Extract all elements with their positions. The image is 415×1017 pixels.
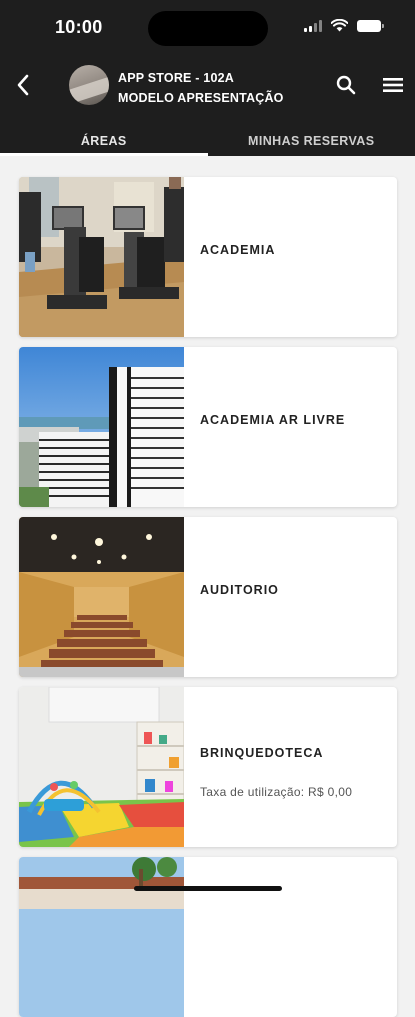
tab-bar: ÁREAS MINHAS RESERVAS	[0, 128, 415, 156]
search-icon[interactable]	[333, 72, 359, 98]
area-name: BRINQUEDOTECA	[200, 746, 323, 760]
status-icons	[304, 19, 381, 32]
area-name: ACADEMIA	[200, 243, 275, 257]
area-card-partial[interactable]	[19, 857, 397, 1017]
area-fee: Taxa de utilização: R$ 0,00	[200, 785, 352, 799]
battery-icon	[357, 20, 381, 32]
playroom-photo	[19, 687, 184, 847]
city-buildings-photo	[19, 347, 184, 507]
area-card-academia-ar-livre[interactable]: ACADEMIA AR LIVRE	[19, 347, 397, 507]
area-name: ACADEMIA AR LIVRE	[200, 413, 345, 427]
area-name: AUDITORIO	[200, 583, 279, 597]
app-header: 10:00 APP STORE - 102A MODELO APRESENTAÇ…	[0, 0, 415, 156]
area-card-brinquedoteca[interactable]: BRINQUEDOTECA Taxa de utilização: R$ 0,0…	[19, 687, 397, 847]
tab-my-reservations[interactable]: MINHAS RESERVAS	[208, 128, 415, 156]
area-card-auditorio[interactable]: AUDITORIO	[19, 517, 397, 677]
status-time: 10:00	[55, 17, 103, 38]
back-arrow-icon[interactable]	[10, 70, 40, 100]
app-bar: APP STORE - 102A MODELO APRESENTAÇÃO	[0, 58, 415, 118]
area-card-academia[interactable]: ACADEMIA	[19, 177, 397, 337]
dynamic-island	[148, 11, 268, 46]
header-titles: APP STORE - 102A MODELO APRESENTAÇÃO	[118, 68, 284, 108]
header-title: APP STORE - 102A	[118, 68, 284, 88]
signal-icon	[304, 20, 322, 32]
auditorium-photo	[19, 517, 184, 677]
condominium-avatar	[69, 65, 109, 105]
menu-icon[interactable]	[380, 72, 406, 98]
header-subtitle: MODELO APRESENTAÇÃO	[118, 88, 284, 108]
status-bar: 10:00	[0, 0, 415, 58]
wifi-icon	[331, 19, 348, 32]
building-exterior-photo	[19, 857, 184, 1017]
home-indicator[interactable]	[134, 886, 282, 891]
gym-equipment-photo	[19, 177, 184, 337]
tab-areas[interactable]: ÁREAS	[0, 128, 208, 156]
